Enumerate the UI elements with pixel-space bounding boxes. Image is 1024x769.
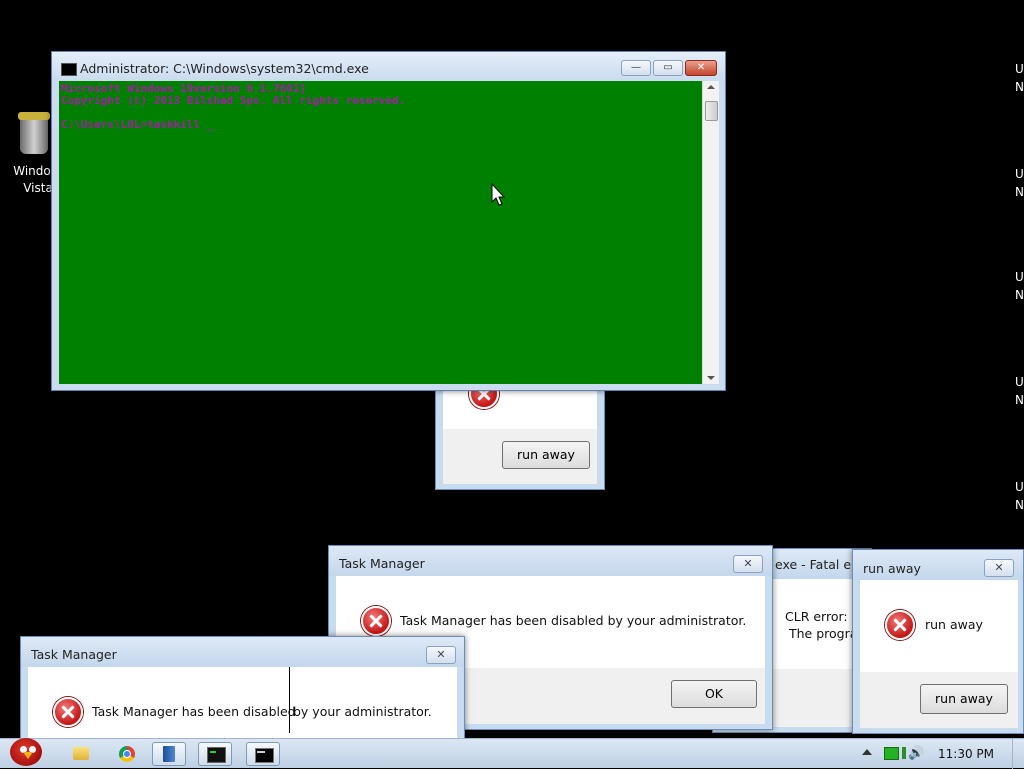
right-desktop-label[interactable]: UN — [1015, 478, 1024, 514]
right-desktop-label[interactable]: UN — [1015, 60, 1024, 96]
task-manager-title: Task Manager — [31, 647, 117, 662]
desktop-icon-label-line1: Windo — [13, 164, 51, 178]
run-away-button[interactable]: run away — [920, 684, 1008, 714]
close-button[interactable]: ✕ — [984, 559, 1014, 577]
terminal-icon[interactable] — [198, 742, 232, 766]
error-message-part2: by your administrator. — [293, 704, 432, 719]
recycle-bin-icon[interactable] — [16, 110, 56, 160]
error-icon — [885, 610, 915, 640]
desktop-icon-label: Windo Vista — [10, 163, 54, 197]
text-caret — [289, 667, 290, 733]
angry-birds-icon[interactable] — [4, 732, 48, 768]
battery-icon[interactable] — [884, 747, 899, 760]
runaway-message: run away — [925, 617, 983, 632]
maximize-button[interactable]: ▭ — [653, 60, 683, 76]
run-away-button[interactable]: run away — [502, 441, 590, 469]
chrome-icon[interactable] — [110, 742, 144, 766]
console-prompt: C:\Users\LOL>taskkill _ — [61, 118, 214, 131]
error-message-part1: Task Manager has been disabled — [92, 704, 296, 719]
error-icon — [361, 606, 391, 636]
task-manager-dialog: Task Manager ✕ Task Manager has been dis… — [20, 636, 465, 747]
right-desktop-label[interactable]: UN — [1015, 268, 1024, 304]
right-desktop-label[interactable]: UN — [1015, 165, 1024, 201]
network-icon[interactable] — [902, 747, 906, 759]
desktop-icon-label-line2: Vista — [23, 181, 53, 195]
ok-button[interactable]: OK — [671, 680, 757, 708]
minimize-button[interactable]: — — [621, 60, 651, 76]
volume-icon[interactable]: 🔊 — [908, 746, 924, 761]
scroll-thumb[interactable] — [705, 101, 718, 121]
console-area[interactable]: Microsoft Windows 10version 6.1.7601] Co… — [59, 81, 702, 384]
clock[interactable]: 11:30 PM — [938, 747, 994, 761]
console-line: Copyright (c) 2013 Bilshad Sps. All righ… — [61, 94, 406, 107]
close-button[interactable]: ✕ — [426, 646, 456, 664]
runaway-dialog-right: run away ✕ run away run away — [852, 549, 1024, 734]
cmd-icon[interactable] — [246, 742, 280, 766]
close-button[interactable]: ✕ — [733, 555, 763, 573]
right-desktop-label[interactable]: UN — [1015, 373, 1024, 409]
dialog-content — [443, 391, 597, 429]
scroll-up-arrow-icon[interactable] — [707, 85, 715, 89]
scroll-down-arrow-icon[interactable] — [707, 376, 715, 380]
show-desktop-button[interactable] — [1012, 739, 1024, 769]
error-icon — [53, 697, 83, 727]
cmd-title: Administrator: C:\Windows\system32\cmd.e… — [80, 61, 369, 76]
mouse-cursor-icon — [491, 183, 506, 206]
runaway-title: run away — [863, 561, 921, 576]
cmd-window[interactable]: Administrator: C:\Windows\system32\cmd.e… — [51, 51, 726, 391]
close-button[interactable]: ✕ — [685, 60, 717, 76]
error-message: Task Manager has been disabled by your a… — [400, 613, 747, 628]
fatal-title: exe - Fatal er — [775, 557, 857, 572]
task-manager-title: Task Manager — [339, 556, 425, 571]
explorer-icon[interactable] — [64, 742, 98, 766]
fatal-line1: CLR error: 8 — [785, 609, 860, 624]
show-hidden-icons-icon[interactable] — [862, 749, 872, 755]
cmd-icon — [61, 63, 77, 76]
console-scrollbar[interactable] — [702, 81, 719, 384]
book-icon[interactable] — [152, 742, 186, 766]
taskbar: 🔊 11:30 PM — [0, 738, 1024, 769]
fatal-line2: The progra — [789, 626, 858, 641]
